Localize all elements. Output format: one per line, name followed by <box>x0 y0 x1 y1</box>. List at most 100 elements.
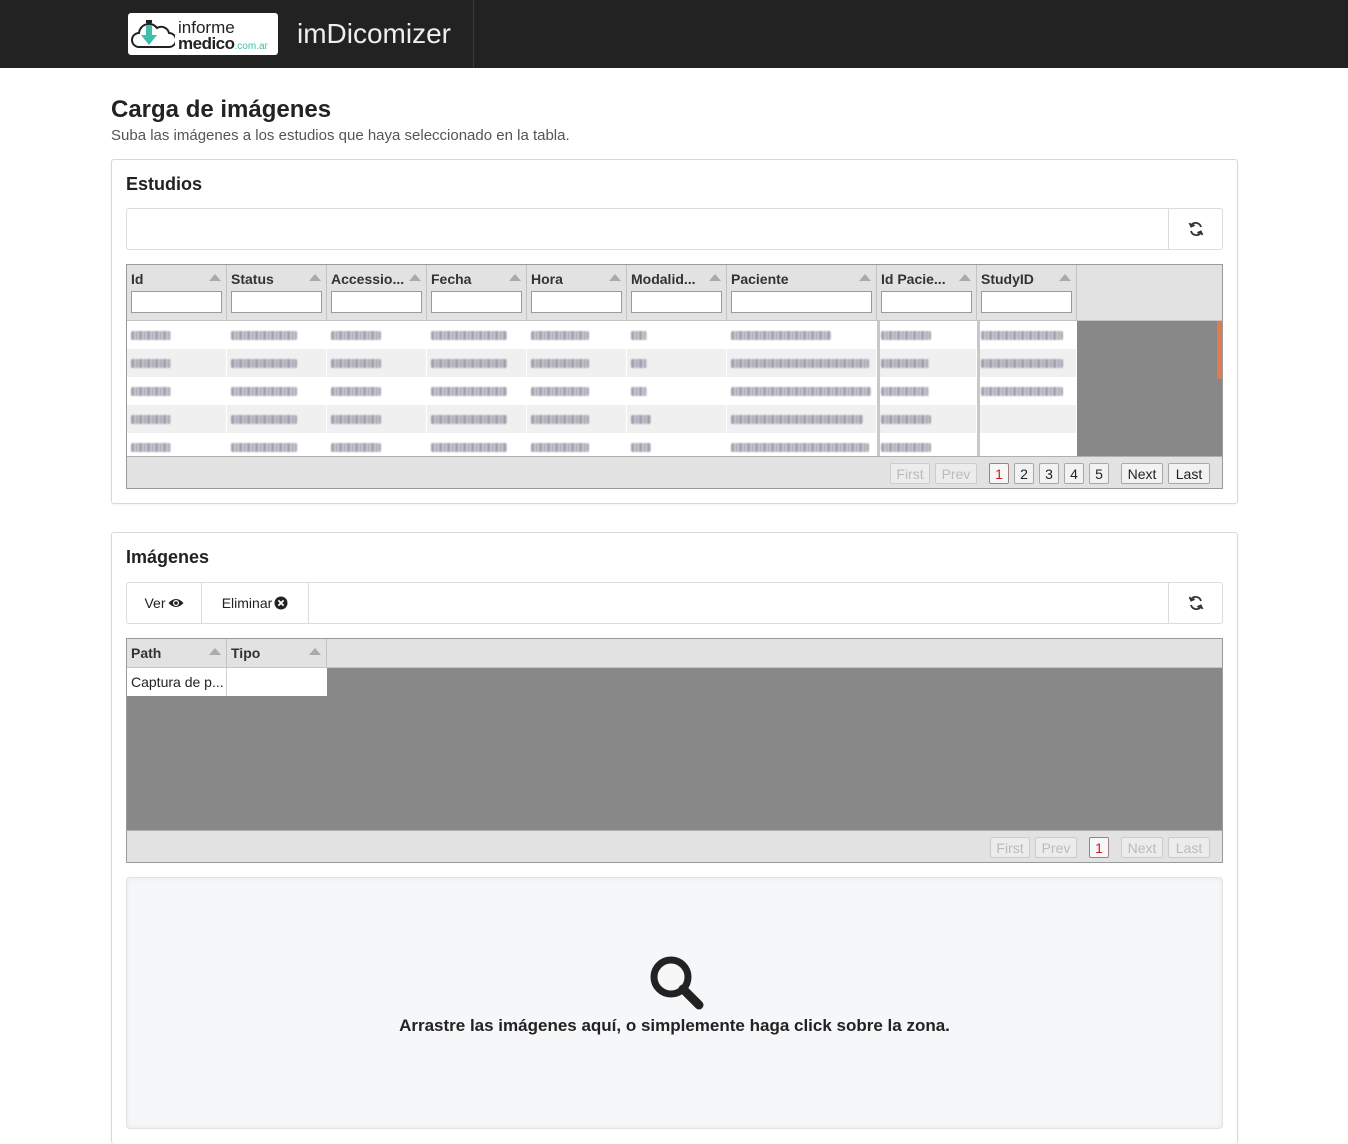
column-label: Path <box>131 645 162 661</box>
sort-icon[interactable] <box>309 274 321 281</box>
column-label: Paciente <box>731 271 789 287</box>
column-resize-handle[interactable] <box>977 321 980 456</box>
redacted-value <box>731 387 871 396</box>
table-row[interactable] <box>127 433 1077 456</box>
table-cell <box>977 433 1077 456</box>
table-cell <box>877 405 977 433</box>
column-header-tipo[interactable]: Tipo <box>227 639 327 667</box>
table-cell <box>327 405 427 433</box>
first-page-button[interactable]: First <box>890 463 930 484</box>
sort-icon[interactable] <box>409 274 421 281</box>
delete-button-label: Eliminar <box>221 595 273 611</box>
table-cell <box>127 321 227 349</box>
filter-input-status[interactable] <box>231 291 322 313</box>
column-header-id[interactable]: Id <box>127 265 227 320</box>
last-page-button[interactable]: Last <box>1168 837 1210 858</box>
table-cell <box>627 405 727 433</box>
scrollbar-thumb[interactable] <box>1217 321 1222 379</box>
table-cell <box>427 433 527 456</box>
table-row[interactable] <box>127 405 1077 433</box>
redacted-value <box>731 415 863 424</box>
sort-icon[interactable] <box>859 274 871 281</box>
table-row[interactable] <box>127 377 1077 405</box>
sort-icon[interactable] <box>1059 274 1071 281</box>
filter-input-fecha[interactable] <box>431 291 522 313</box>
filter-input-id-paciente[interactable] <box>881 291 972 313</box>
table-cell <box>127 377 227 405</box>
sort-icon[interactable] <box>509 274 521 281</box>
column-label: StudyID <box>981 271 1034 287</box>
table-row[interactable]: Captura de p... <box>127 668 327 696</box>
sort-icon[interactable] <box>209 648 221 655</box>
column-header-hora[interactable]: Hora <box>527 265 627 320</box>
studies-panel: Estudios Id Status Accessio... Fecha Hor… <box>111 159 1238 504</box>
sort-icon[interactable] <box>959 274 971 281</box>
column-label: Modalid... <box>631 271 696 287</box>
filter-input-id[interactable] <box>131 291 222 313</box>
prev-page-button[interactable]: Prev <box>935 463 977 484</box>
redacted-value <box>231 443 297 452</box>
column-header-paciente[interactable]: Paciente <box>727 265 877 320</box>
studies-refresh-button[interactable] <box>1168 209 1222 249</box>
page-button-5[interactable]: 5 <box>1089 463 1109 484</box>
filter-input-studyid[interactable] <box>981 291 1072 313</box>
app-title: imDicomizer <box>297 18 451 49</box>
first-page-button[interactable]: First <box>990 837 1030 858</box>
prev-page-button[interactable]: Prev <box>1035 837 1077 858</box>
table-row[interactable] <box>127 321 1077 349</box>
view-button[interactable]: Ver <box>127 583 202 623</box>
table-cell <box>877 433 977 456</box>
sort-icon[interactable] <box>209 274 221 281</box>
images-title: Imágenes <box>126 547 210 567</box>
images-grid-header: Path Tipo <box>127 639 1222 668</box>
page-button-1[interactable]: 1 <box>1089 837 1109 858</box>
table-row[interactable] <box>127 349 1077 377</box>
logo-text-medico-word: medico <box>178 34 235 53</box>
column-header-accession[interactable]: Accessio... <box>327 265 427 320</box>
table-cell <box>127 349 227 377</box>
column-header-status[interactable]: Status <box>227 265 327 320</box>
filter-input-accession[interactable] <box>331 291 422 313</box>
eye-icon <box>168 599 183 607</box>
table-cell <box>127 405 227 433</box>
image-dropzone[interactable]: Arrastre las imágenes aquí, o simplement… <box>126 877 1223 1129</box>
table-cell <box>427 349 527 377</box>
table-cell <box>627 433 727 456</box>
filter-input-paciente[interactable] <box>731 291 872 313</box>
redacted-value <box>131 387 171 396</box>
column-header-modalidad[interactable]: Modalid... <box>627 265 727 320</box>
last-page-button[interactable]: Last <box>1168 463 1210 484</box>
page-button-4[interactable]: 4 <box>1064 463 1084 484</box>
page-button-2[interactable]: 2 <box>1014 463 1034 484</box>
column-header-fecha[interactable]: Fecha <box>427 265 527 320</box>
table-cell <box>327 349 427 377</box>
redacted-value <box>531 387 589 396</box>
redacted-value <box>331 443 381 452</box>
page-button-3[interactable]: 3 <box>1039 463 1059 484</box>
sort-icon[interactable] <box>709 274 721 281</box>
sort-icon[interactable] <box>309 648 321 655</box>
table-cell <box>227 377 327 405</box>
redacted-value <box>531 359 589 368</box>
informe-medico-logo: informe medico.com.ar <box>128 13 278 55</box>
column-header-path[interactable]: Path <box>127 639 227 667</box>
table-cell <box>627 321 727 349</box>
table-cell <box>877 321 977 349</box>
filter-input-modalidad[interactable] <box>631 291 722 313</box>
column-header-id-paciente[interactable]: Id Pacie... <box>877 265 977 320</box>
sort-icon[interactable] <box>609 274 621 281</box>
table-cell-path: Captura de p... <box>127 668 227 696</box>
filter-input-hora[interactable] <box>531 291 622 313</box>
redacted-value <box>131 443 171 452</box>
table-cell <box>977 321 1077 349</box>
table-cell <box>877 377 977 405</box>
column-resize-handle[interactable] <box>877 321 880 456</box>
next-page-button[interactable]: Next <box>1121 463 1163 484</box>
refresh-icon <box>1188 596 1203 610</box>
column-header-studyid[interactable]: StudyID <box>977 265 1077 320</box>
next-page-button[interactable]: Next <box>1121 837 1163 858</box>
brand[interactable]: informe medico.com.ar imDicomizer <box>0 0 474 68</box>
images-refresh-button[interactable] <box>1168 583 1222 623</box>
page-button-1[interactable]: 1 <box>989 463 1009 484</box>
delete-button[interactable]: Eliminar <box>202 583 309 623</box>
